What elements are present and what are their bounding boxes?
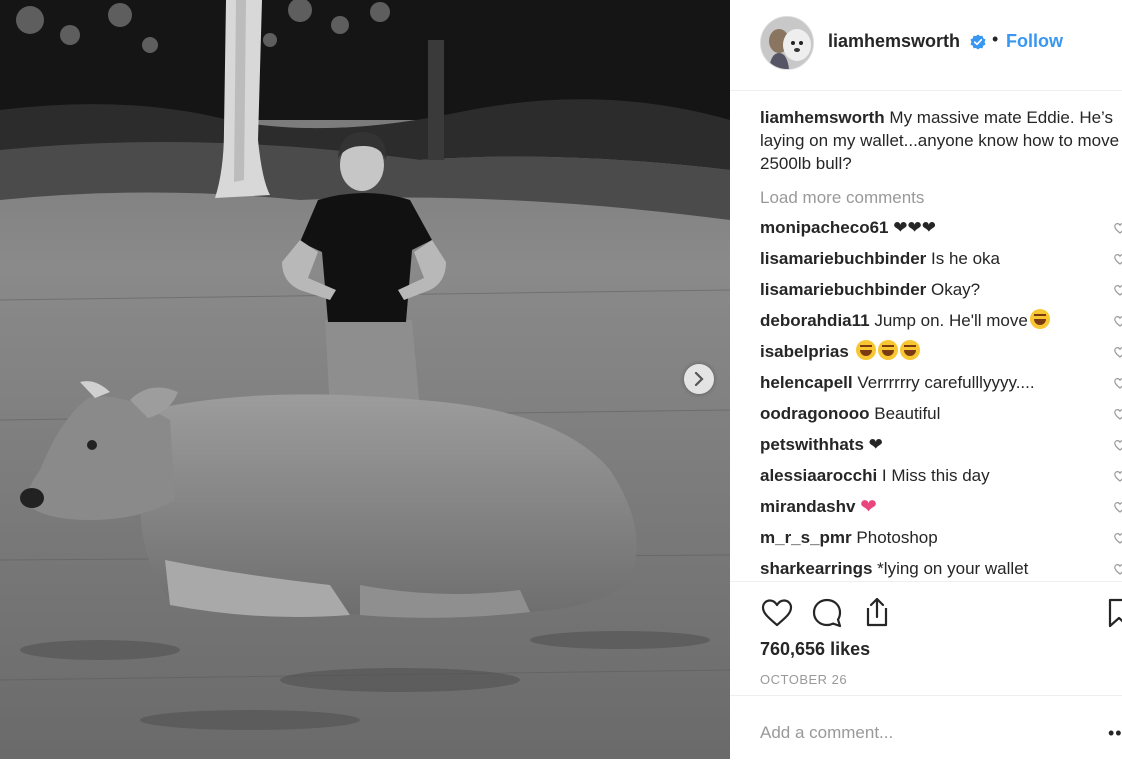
comment-like-heart-icon[interactable] bbox=[1114, 253, 1122, 265]
comment-row: sharkearrings *lying on your wallet bbox=[760, 553, 1122, 580]
comment-like-heart-icon[interactable] bbox=[1114, 439, 1122, 451]
post-caption: liamhemsworth My massive mate Eddie. He’… bbox=[760, 106, 1122, 175]
post-date[interactable]: OCTOBER 26 bbox=[760, 672, 847, 687]
follow-button[interactable]: Follow bbox=[1006, 31, 1063, 52]
comment-row: lisamariebuchbinder Okay? bbox=[760, 274, 1122, 305]
post-details-panel: liamhemsworth • Follow liamhemsworth My … bbox=[730, 0, 1122, 759]
verified-badge-icon bbox=[970, 34, 986, 50]
comment-like-heart-icon[interactable] bbox=[1114, 563, 1122, 575]
photo-image bbox=[0, 0, 730, 759]
bookmark-icon[interactable] bbox=[1108, 596, 1122, 630]
comment-username[interactable]: petswithhats bbox=[760, 435, 864, 454]
comment-text: Beautiful bbox=[869, 404, 941, 423]
post-author-username[interactable]: liamhemsworth bbox=[828, 31, 960, 52]
comment-username[interactable]: monipacheco61 bbox=[760, 218, 889, 237]
comment-row: monipacheco61 ❤❤❤ bbox=[760, 212, 1122, 243]
chevron-right-icon bbox=[694, 372, 704, 386]
comment-username[interactable]: oodragonooo bbox=[760, 404, 870, 423]
comment-row: isabelprias bbox=[760, 336, 1122, 367]
heart-icon[interactable] bbox=[760, 596, 794, 630]
comment-text: Is he oka bbox=[926, 249, 1000, 268]
laughing-emoji-icon bbox=[877, 340, 898, 360]
comment-username[interactable]: lisamariebuchbinder bbox=[760, 249, 926, 268]
comment-text: ❤ bbox=[863, 435, 883, 454]
likes-count[interactable]: 760,656 likes bbox=[760, 639, 870, 660]
comment-row: m_r_s_pmr Photoshop bbox=[760, 522, 1122, 553]
comment-like-heart-icon[interactable] bbox=[1114, 315, 1122, 327]
heart-with-arrow-emoji-icon: ❤ bbox=[860, 496, 877, 518]
comment-row: lisamariebuchbinder Is he oka bbox=[760, 243, 1122, 274]
post-header: liamhemsworth • Follow bbox=[730, 0, 1122, 91]
comment-username[interactable]: deborahdia11 bbox=[760, 311, 870, 330]
comment-username[interactable]: sharkearrings bbox=[760, 559, 872, 578]
post-photo[interactable] bbox=[0, 0, 730, 759]
comment-row: mirandashv ❤ bbox=[760, 491, 1122, 522]
comment-text: Jump on. He'll move bbox=[869, 311, 1028, 330]
comment-row: helencapell Verrrrrry carefulllyyyy.... bbox=[760, 367, 1122, 398]
comment-username[interactable]: mirandashv bbox=[760, 497, 855, 516]
avatar[interactable] bbox=[760, 16, 814, 70]
more-options-icon[interactable]: •• bbox=[1108, 723, 1122, 744]
comment-username[interactable]: m_r_s_pmr bbox=[760, 528, 852, 547]
load-more-comments-button[interactable]: Load more comments bbox=[760, 187, 1122, 209]
comment-like-heart-icon[interactable] bbox=[1114, 346, 1122, 358]
separator-dot: • bbox=[992, 29, 999, 49]
comment-username[interactable]: isabelprias bbox=[760, 342, 849, 361]
comment-text: ❤❤❤ bbox=[888, 218, 936, 237]
comment-like-heart-icon[interactable] bbox=[1114, 222, 1122, 234]
caption-username[interactable]: liamhemsworth bbox=[760, 108, 885, 127]
laughing-emoji-icon bbox=[855, 340, 876, 360]
laughing-emoji-icon bbox=[899, 340, 920, 360]
comment-rows: monipacheco61 ❤❤❤ lisamariebuchbinder Is … bbox=[760, 212, 1122, 580]
comment-text: Photoshop bbox=[851, 528, 938, 547]
share-icon[interactable] bbox=[860, 596, 894, 630]
comment-like-heart-icon[interactable] bbox=[1114, 470, 1122, 482]
add-comment-input[interactable] bbox=[760, 723, 1080, 743]
next-photo-button[interactable] bbox=[684, 364, 714, 394]
comment-text: I Miss this day bbox=[877, 466, 990, 485]
comment-like-heart-icon[interactable] bbox=[1114, 532, 1122, 544]
comment-row: petswithhats ❤ bbox=[760, 429, 1122, 460]
comment-text: Okay? bbox=[926, 280, 981, 299]
comment-username[interactable]: alessiaarocchi bbox=[760, 466, 877, 485]
comment-like-heart-icon[interactable] bbox=[1114, 408, 1122, 420]
comment-row: oodragonooo Beautiful bbox=[760, 398, 1122, 429]
post-actions: 760,656 likes OCTOBER 26 •• bbox=[730, 581, 1122, 760]
comments-list[interactable]: liamhemsworth My massive mate Eddie. He’… bbox=[760, 106, 1122, 580]
add-comment-bar: •• bbox=[730, 695, 1122, 761]
comment-text: *lying on your wallet bbox=[872, 559, 1029, 578]
comment-text bbox=[849, 342, 854, 361]
comment-text: Verrrrrry carefulllyyyy.... bbox=[852, 373, 1035, 392]
comment-bubble-icon[interactable] bbox=[810, 596, 844, 630]
comment-like-heart-icon[interactable] bbox=[1114, 377, 1122, 389]
comment-like-heart-icon[interactable] bbox=[1114, 284, 1122, 296]
laughing-emoji-icon bbox=[1029, 309, 1050, 329]
comment-username[interactable]: lisamariebuchbinder bbox=[760, 280, 926, 299]
comment-row: deborahdia11 Jump on. He'll move bbox=[760, 305, 1122, 336]
comment-row: alessiaarocchi I Miss this day bbox=[760, 460, 1122, 491]
comment-like-heart-icon[interactable] bbox=[1114, 501, 1122, 513]
comment-username[interactable]: helencapell bbox=[760, 373, 853, 392]
